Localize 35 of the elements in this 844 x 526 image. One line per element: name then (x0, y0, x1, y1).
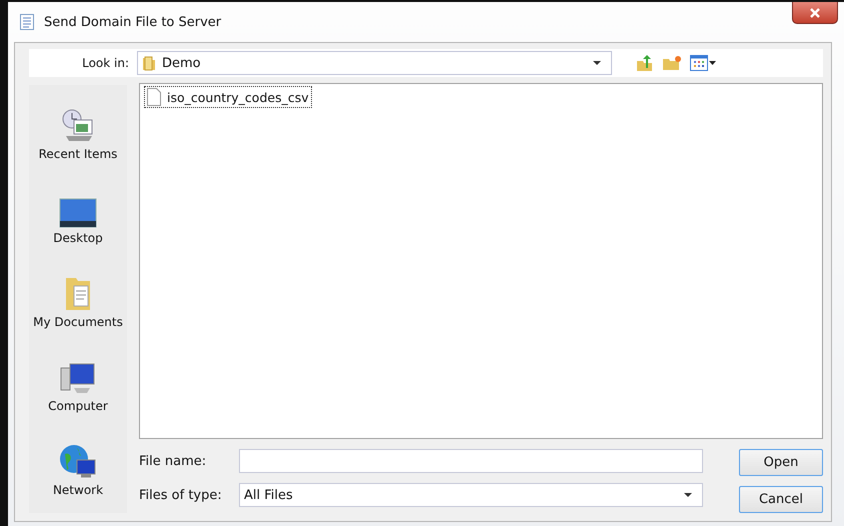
document-icon (147, 88, 161, 106)
caret-icon (684, 493, 692, 497)
look-in-dropdown[interactable]: Demo (137, 51, 612, 75)
close-button[interactable] (792, 2, 838, 24)
places-label: My Documents (33, 315, 123, 329)
window-app-icon (20, 14, 34, 30)
view-menu-button[interactable] (690, 55, 716, 71)
look-in-label: Look in: (81, 56, 129, 70)
globe-computer-icon (59, 444, 97, 480)
up-folder-icon[interactable] (636, 54, 654, 72)
places-item[interactable]: Network (29, 435, 127, 497)
places-item[interactable]: Recent Items (29, 99, 127, 161)
new-folder-icon[interactable] (662, 55, 682, 71)
places-label: Recent Items (38, 147, 118, 161)
view-grid-icon (690, 55, 708, 71)
close-icon (809, 8, 821, 18)
places-label: Desktop (53, 231, 103, 245)
places-item[interactable]: Desktop (29, 183, 127, 245)
folder-icon (142, 55, 156, 71)
file-type-dropdown[interactable]: All Files (239, 483, 703, 507)
desktop-icon (59, 198, 97, 228)
file-type-label: Files of type: (139, 488, 223, 502)
file-name-label: File name: (139, 454, 208, 468)
caret-icon (709, 61, 716, 65)
places-item[interactable]: Computer (29, 351, 127, 413)
places-label: Network (52, 483, 104, 497)
window-title: Send Domain File to Server (44, 14, 222, 30)
caret-icon (593, 61, 601, 65)
file-item[interactable]: iso_country_codes_csv (144, 86, 312, 108)
computer-icon (60, 362, 96, 396)
places-label: Computer (48, 399, 108, 413)
places-item[interactable]: My Documents (29, 267, 127, 329)
file-name-field[interactable] (239, 449, 703, 473)
dialog-button[interactable]: Open (739, 449, 823, 476)
dialog-button[interactable]: Cancel (739, 486, 823, 513)
